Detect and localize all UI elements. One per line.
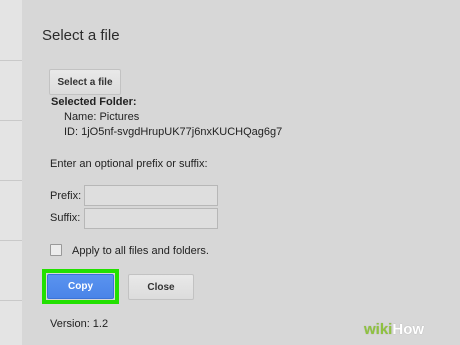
prefix-label: Prefix: [50,190,82,202]
suffix-label: Suffix: [50,212,81,224]
close-button[interactable]: Close [128,274,194,300]
selected-folder-heading: Selected Folder: [51,96,137,108]
folder-id: ID: 1jO5nf-svgdHrupUK77j6nxKUCHQag6g7 [64,126,283,138]
dialog-title: Select a file [42,27,120,44]
suffix-input[interactable] [84,208,218,229]
strip-divider [0,300,22,301]
strip-divider [0,60,22,61]
strip-divider [0,120,22,121]
left-background-strip [0,0,22,345]
copy-button[interactable]: Copy [47,274,114,299]
strip-divider [0,180,22,181]
wikihow-watermark: wiki How [364,318,424,340]
version-text: Version: 1.2 [50,318,109,330]
apply-all-checkbox[interactable] [50,244,62,256]
strip-divider [0,240,22,241]
apply-all-label: Apply to all files and folders. [72,245,209,257]
prefix-suffix-hint: Enter an optional prefix or suffix: [50,158,208,170]
watermark-wiki: wiki [364,320,393,338]
select-file-button[interactable]: Select a file [49,69,121,95]
watermark-how: How [392,320,425,338]
select-file-dialog: Select a file Select a file Selected Fol… [22,0,460,345]
folder-name: Name: Pictures [64,111,140,123]
prefix-input[interactable] [84,185,218,206]
